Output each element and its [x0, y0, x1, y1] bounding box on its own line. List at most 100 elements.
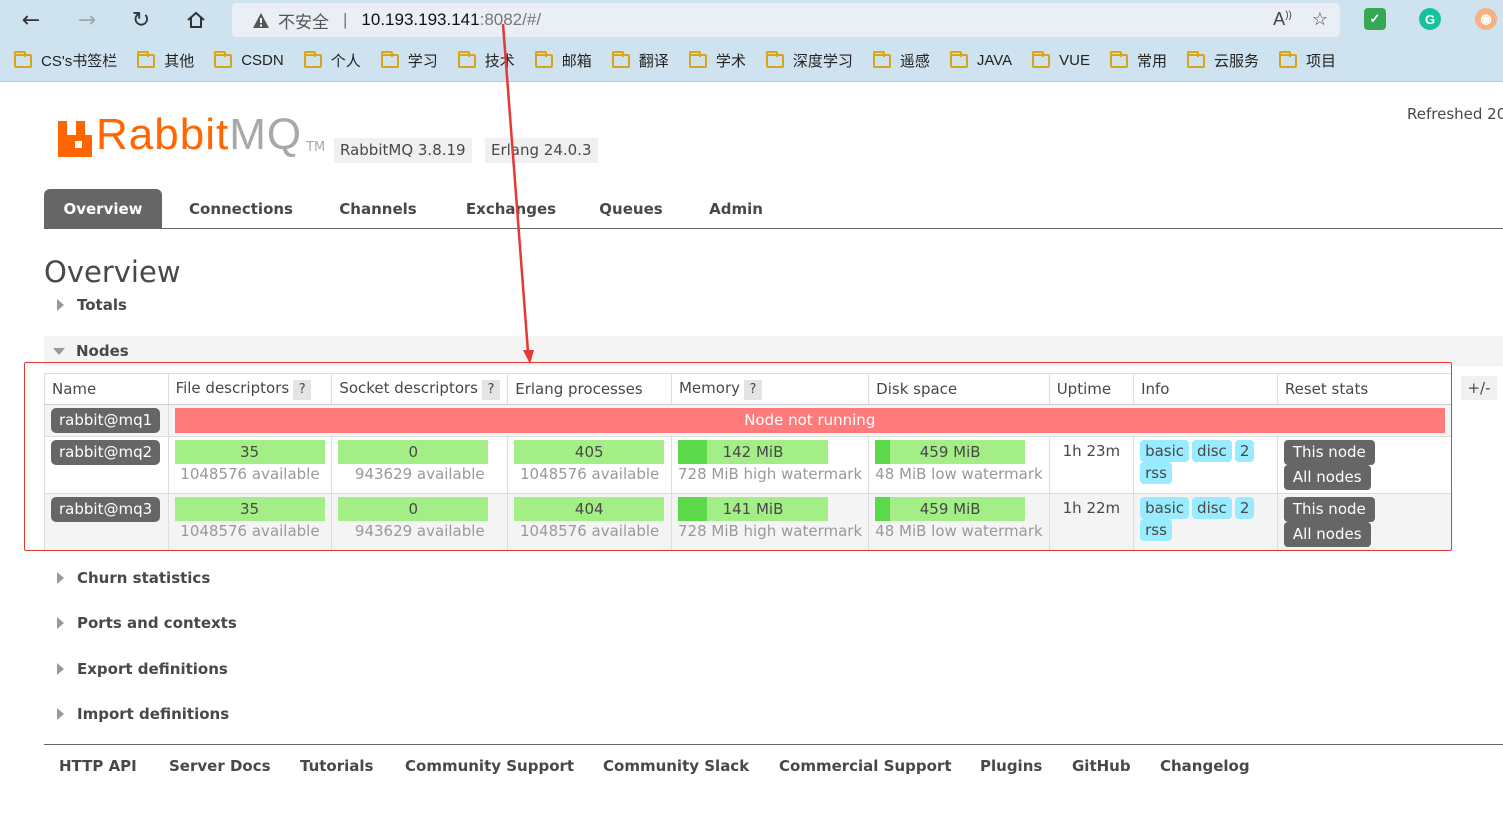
help-icon[interactable]: ?: [744, 379, 762, 400]
insecure-label: 不安全: [278, 12, 329, 32]
section-nodes[interactable]: Nodes: [44, 336, 1503, 366]
bookmarks-bar: CS's书签栏 其他 CSDN 个人 学习 技术 邮箱 翻译 学术 深度学习 遥…: [0, 40, 1503, 82]
url-host: 10.193.193.141: [361, 10, 480, 29]
bookmark-folder[interactable]: JAVA: [949, 50, 1012, 69]
bookmark-folder[interactable]: 学术: [688, 50, 746, 71]
col-erlang-processes: Erlang processes: [507, 373, 672, 405]
bookmark-folder[interactable]: CS's书签栏: [14, 50, 117, 71]
node-name-link[interactable]: rabbit@mq2: [51, 440, 161, 465]
node-name-link[interactable]: rabbit@mq3: [51, 497, 161, 522]
folder-icon: [214, 50, 233, 68]
folder-icon: [765, 50, 784, 68]
folder-icon: [872, 50, 891, 68]
bookmark-folder[interactable]: VUE: [1032, 50, 1090, 69]
folder-icon: [137, 50, 156, 68]
section-import-definitions[interactable]: Import definitions: [44, 699, 229, 729]
profile-extension-icon[interactable]: ◉: [1475, 8, 1497, 30]
address-bar[interactable]: 不安全 | 10.193.193.141:8082/#/ A)) ☆: [232, 3, 1340, 37]
add-favorite-icon[interactable]: ☆: [1312, 9, 1328, 30]
reset-this-node-button[interactable]: This node: [1283, 497, 1375, 522]
footer-link-commercial-support[interactable]: Commercial Support: [779, 757, 952, 775]
bookmark-folder[interactable]: 翻译: [611, 50, 669, 71]
folder-icon: [303, 50, 322, 68]
bookmark-folder[interactable]: 项目: [1279, 50, 1336, 71]
socket-descriptors-bar: 0: [338, 497, 489, 521]
reset-this-node-button[interactable]: This node: [1283, 440, 1375, 465]
file-descriptors-bar: 35: [174, 440, 325, 464]
info-badge[interactable]: 2: [1234, 440, 1255, 462]
bookmark-folder[interactable]: 云服务: [1187, 50, 1259, 71]
info-badge[interactable]: disc: [1192, 440, 1232, 462]
bookmark-folder[interactable]: 深度学习: [765, 50, 853, 71]
erlang-processes-bar: 404: [514, 497, 665, 521]
footer-links: HTTP API Server Docs Tutorials Community…: [44, 744, 1503, 794]
tab-exchanges[interactable]: Exchanges: [450, 189, 572, 229]
reset-all-nodes-button[interactable]: All nodes: [1283, 522, 1371, 547]
footer-link-http-api[interactable]: HTTP API: [59, 757, 137, 775]
info-badge[interactable]: rss: [1140, 462, 1172, 484]
read-aloud-icon[interactable]: A)): [1273, 9, 1292, 30]
browser-toolbar: ← → ↻ 不安全 | 10.193.193.141:8082/#/ A)) ☆…: [0, 0, 1503, 40]
back-arrow-icon[interactable]: ←: [16, 5, 46, 35]
page-title: Overview: [44, 255, 181, 289]
forward-arrow-icon[interactable]: →: [72, 5, 102, 35]
tab-queues[interactable]: Queues: [590, 189, 672, 229]
tab-admin[interactable]: Admin: [700, 189, 772, 229]
col-disk-space: Disk space: [868, 373, 1050, 405]
help-icon[interactable]: ?: [482, 379, 500, 400]
expand-arrow-icon: [57, 617, 64, 629]
col-uptime: Uptime: [1048, 373, 1135, 405]
grammarly-extension-icon[interactable]: G: [1419, 8, 1441, 30]
folder-icon: [949, 50, 968, 68]
bookmark-folder[interactable]: 技术: [457, 50, 515, 71]
footer-link-github[interactable]: GitHub: [1072, 757, 1131, 775]
reset-all-nodes-button[interactable]: All nodes: [1283, 465, 1371, 490]
expand-arrow-icon: [57, 663, 64, 675]
uptime-value: 1h 22m: [1048, 493, 1135, 551]
info-badge[interactable]: disc: [1192, 497, 1232, 519]
bookmark-folder[interactable]: 个人: [303, 50, 361, 71]
warning-icon[interactable]: [252, 11, 270, 29]
node-status-not-running: Node not running: [174, 408, 1445, 433]
bookmark-folder[interactable]: 邮箱: [534, 50, 592, 71]
rabbitmq-logo[interactable]: RabbitMQ TM: [58, 113, 325, 157]
footer-link-changelog[interactable]: Changelog: [1160, 757, 1250, 775]
folder-icon: [688, 50, 707, 68]
section-ports-and-contexts[interactable]: Ports and contexts: [44, 608, 237, 638]
footer-link-server-docs[interactable]: Server Docs: [169, 757, 271, 775]
node-name-link[interactable]: rabbit@mq1: [51, 408, 161, 433]
tab-overview[interactable]: Overview: [44, 189, 162, 229]
refresh-icon[interactable]: ↻: [126, 5, 156, 35]
bookmark-folder[interactable]: 常用: [1110, 50, 1167, 71]
footer-link-plugins[interactable]: Plugins: [980, 757, 1042, 775]
bookmark-folder[interactable]: 遥感: [872, 50, 930, 71]
footer-link-community-support[interactable]: Community Support: [405, 757, 574, 775]
section-churn-statistics[interactable]: Churn statistics: [44, 563, 210, 593]
bookmark-folder[interactable]: 其他: [137, 50, 194, 71]
expand-arrow-icon: [57, 572, 64, 584]
shield-extension-icon[interactable]: ✓: [1364, 8, 1386, 30]
file-descriptors-bar: 35: [174, 497, 325, 521]
info-badge[interactable]: basic: [1140, 440, 1190, 462]
col-file-descriptors: File descriptors?: [167, 373, 333, 405]
main-tabs: Overview Connections Channels Exchanges …: [44, 189, 1503, 229]
home-icon[interactable]: [181, 5, 211, 35]
help-icon[interactable]: ?: [293, 379, 312, 400]
section-totals[interactable]: Totals: [44, 290, 127, 320]
toggle-columns-button[interactable]: +/-: [1461, 376, 1497, 400]
col-info: Info: [1133, 373, 1278, 405]
section-export-definitions[interactable]: Export definitions: [44, 654, 228, 684]
info-badge[interactable]: 2: [1234, 497, 1255, 519]
bookmark-folder[interactable]: CSDN: [214, 50, 284, 69]
bookmark-folder[interactable]: 学习: [380, 50, 438, 71]
disk-space-bar: 459 MiB: [875, 440, 1026, 464]
nodes-table: Name File descriptors? Socket descriptor…: [44, 373, 1453, 551]
footer-link-community-slack[interactable]: Community Slack: [603, 757, 749, 775]
rabbitmq-logo-icon: [58, 121, 92, 157]
footer-link-tutorials[interactable]: Tutorials: [300, 757, 373, 775]
expand-arrow-icon: [57, 708, 64, 720]
info-badge[interactable]: basic: [1140, 497, 1190, 519]
tab-channels[interactable]: Channels: [324, 189, 432, 229]
info-badge[interactable]: rss: [1140, 519, 1172, 541]
tab-connections[interactable]: Connections: [176, 189, 306, 229]
